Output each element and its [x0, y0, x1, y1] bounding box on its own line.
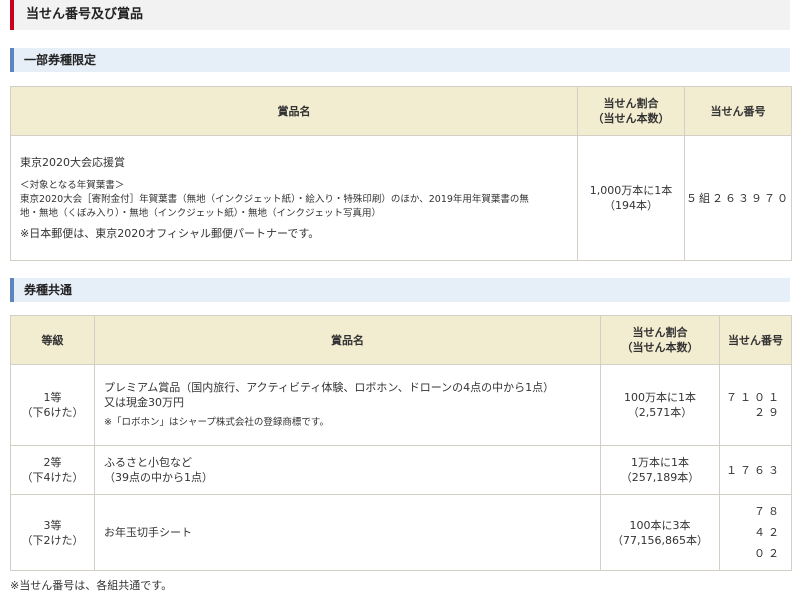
ratio-header-line2: （当せん本数）	[621, 341, 699, 354]
grade-label: 2等	[43, 456, 62, 469]
winning-number: ０２	[754, 547, 782, 560]
ratio-line2: （194本）	[604, 199, 658, 212]
prize-column-header: 賞品名	[10, 86, 578, 136]
target-line1: 東京2020大会［寄附金付］年賀葉書（無地（インクジェット紙）・絵入り・特殊印刷…	[20, 194, 529, 205]
section-heading-common: 券種共通	[10, 278, 790, 302]
ratio-line2: （2,571本）	[627, 406, 693, 419]
number-column-header: 当せん番号	[684, 86, 792, 136]
grade-label: 3等	[43, 518, 62, 532]
number-column-header: 当せん番号	[719, 315, 792, 365]
prize-note: ※「ロボホン」はシャープ株式会社の登録商標です。	[104, 417, 329, 428]
ratio-line2: （257,189本）	[620, 471, 700, 484]
table-row: 3等 （下2けた） お年玉切手シート 100本に3本 （77,156,865本）…	[10, 494, 792, 571]
prize-cell: 東京2020大会応援賞 ＜対象となる年賀葉書＞ 東京2020大会［寄附金付］年賀…	[10, 135, 578, 261]
grade-digits: （下4けた）	[21, 471, 84, 484]
ratio-column-header: 当せん割合 （当せん本数）	[577, 86, 685, 136]
winning-number-cell: １７６３	[719, 445, 792, 495]
winning-number: ４２	[754, 526, 782, 539]
winning-number-cell: ７１０１２９	[719, 364, 792, 446]
ratio-header-line1: 当せん割合	[632, 326, 688, 339]
winning-number-cell: ７８ ４２ ０２	[719, 494, 792, 571]
ratio-line1: 100本に3本	[629, 518, 691, 532]
ratio-header-line2: （当せん本数）	[592, 112, 670, 125]
grade-cell: 3等 （下2けた）	[10, 494, 95, 571]
winning-number-cell: ５組２６３９７０	[684, 135, 792, 261]
grade-cell: 2等 （下4けた）	[10, 445, 95, 495]
prize-cell: プレミアム賞品（国内旅行、アクティビティ体験、ロボホン、ドローンの4点の中から1…	[94, 364, 601, 446]
winning-number: ７１０１２９	[726, 391, 782, 419]
prize-cell: ふるさと小包など （39点の中から1点）	[94, 445, 601, 495]
ratio-line2: （77,156,865本）	[612, 533, 708, 547]
prize-cell: お年玉切手シート	[94, 494, 601, 571]
page-title: 当せん番号及び賞品	[10, 0, 790, 30]
grade-column-header: 等級	[10, 315, 95, 365]
prize-line1: プレミアム賞品（国内旅行、アクティビティ体験、ロボホン、ドローンの4点の中から1…	[104, 381, 555, 394]
ratio-cell: 1,000万本に1本 （194本）	[577, 135, 685, 261]
target-line2: 地・無地（くぼみ入り）・無地（インクジェット紙）・無地（インクジェット写真用）	[20, 208, 382, 219]
grade-cell: 1等 （下6けた）	[10, 364, 95, 446]
winning-number: ７８	[754, 505, 782, 518]
target-label: ＜対象となる年賀葉書＞	[20, 180, 125, 191]
table-header-row: 等級 賞品名 当せん割合 （当せん本数） 当せん番号	[10, 315, 792, 365]
table-row: 2等 （下4けた） ふるさと小包など （39点の中から1点） 1万本に1本 （2…	[10, 445, 792, 495]
grade-label: 1等	[43, 391, 62, 404]
partner-note: ※日本郵便は、東京2020オフィシャル郵便パートナーです。	[20, 227, 320, 240]
ratio-line1: 100万本に1本	[624, 391, 696, 404]
prize-line2: （39点の中から1点）	[104, 471, 213, 484]
common-prize-table: 等級 賞品名 当せん割合 （当せん本数） 当せん番号 1等 （下6けた） プレミ…	[10, 315, 792, 571]
table-row: 1等 （下6けた） プレミアム賞品（国内旅行、アクティビティ体験、ロボホン、ドロ…	[10, 364, 792, 446]
ratio-line1: 1万本に1本	[631, 456, 689, 469]
table-header-row: 賞品名 当せん割合 （当せん本数） 当せん番号	[10, 86, 792, 136]
ratio-cell: 100万本に1本 （2,571本）	[600, 364, 720, 446]
table-row: 東京2020大会応援賞 ＜対象となる年賀葉書＞ 東京2020大会［寄附金付］年賀…	[10, 135, 792, 261]
grade-digits: （下6けた）	[21, 406, 84, 419]
limited-prize-table: 賞品名 当せん割合 （当せん本数） 当せん番号 東京2020大会応援賞 ＜対象と…	[10, 86, 792, 261]
ratio-header-line1: 当せん割合	[603, 97, 659, 110]
footer-note: ※当せん番号は、各組共通です。	[10, 579, 173, 592]
prize-column-header: 賞品名	[94, 315, 601, 365]
winning-number: １７６３	[726, 463, 782, 477]
prize-title: 東京2020大会応援賞	[20, 156, 125, 169]
prize-line1: お年玉切手シート	[104, 526, 192, 539]
prize-line2: 又は現金30万円	[104, 396, 184, 409]
ratio-line1: 1,000万本に1本	[589, 184, 673, 197]
ratio-cell: 100本に3本 （77,156,865本）	[600, 494, 720, 571]
prize-line1: ふるさと小包など	[104, 456, 192, 469]
ratio-cell: 1万本に1本 （257,189本）	[600, 445, 720, 495]
section-heading-limited: 一部券種限定	[10, 48, 790, 72]
grade-digits: （下2けた）	[21, 533, 84, 547]
ratio-column-header: 当せん割合 （当せん本数）	[600, 315, 720, 365]
